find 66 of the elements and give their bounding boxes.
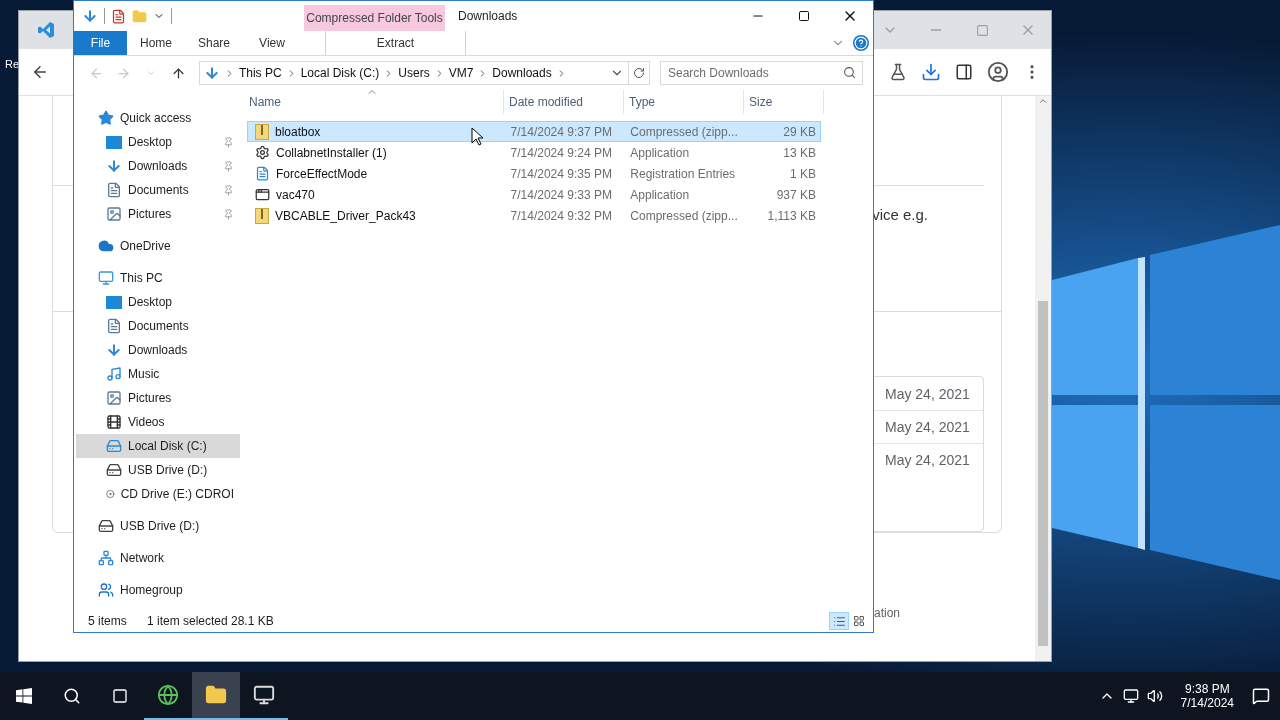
nav-item[interactable]: Videos	[76, 410, 240, 434]
nav-item[interactable]: CD Drive (E:) CDROI	[76, 482, 240, 506]
size-cell-text: 1,113 KB	[766, 208, 817, 223]
size-cell-text: 1 KB	[789, 166, 817, 181]
breadcrumb[interactable]: This PC	[238, 66, 282, 80]
text-snippet: ation	[873, 606, 900, 620]
file-name: vac470	[276, 187, 315, 202]
selection-info: 1 item selected	[147, 614, 229, 628]
type-cell-text: Compressed (zipp...	[629, 124, 739, 139]
nav-item[interactable]: Documents	[76, 178, 240, 202]
size-cell-text: 13 KB	[782, 145, 817, 160]
column-header[interactable]: Name	[244, 90, 504, 114]
nav-item[interactable]: Desktop	[76, 290, 240, 314]
date-cell-text: 7/14/2024 9:37 PM	[509, 124, 613, 139]
column-header[interactable]: Type	[624, 90, 744, 114]
type-cell-text: Application	[629, 145, 691, 160]
type-cell-text: Registration Entries	[629, 166, 737, 181]
nav-item[interactable]: Pictures	[76, 202, 240, 226]
column-header[interactable]: Date modified	[504, 90, 624, 114]
file-name: CollabnetInstaller (1)	[276, 145, 387, 160]
file-name: ForceEffectMode	[276, 166, 368, 181]
ribbon-tab[interactable]: Extract	[325, 31, 466, 55]
size-cell-text: 937 KB	[775, 187, 817, 202]
contextual-group-label: Compressed Folder Tools	[304, 5, 445, 31]
nav-item[interactable]: Homegroup	[76, 578, 240, 602]
column-header[interactable]: Size	[744, 90, 824, 114]
date-cell-text: 7/14/2024 9:32 PM	[509, 208, 613, 223]
file-name: VBCABLE_Driver_Pack43	[275, 208, 416, 223]
breadcrumb[interactable]: Downloads	[492, 66, 552, 80]
nav-item[interactable]: Pictures	[76, 386, 240, 410]
item-count: 5 items	[88, 614, 128, 628]
desktop-icon-label: Re	[5, 58, 20, 70]
breadcrumb[interactable]: VM7	[448, 66, 474, 80]
nav-item[interactable]: OneDrive	[76, 234, 240, 258]
type-cell-text: Application	[629, 187, 691, 202]
nav-item[interactable]: This PC	[76, 266, 240, 290]
nav-item[interactable]: Desktop	[76, 130, 240, 154]
size-cell-text: 29 KB	[782, 124, 817, 139]
nav-item[interactable]: USB Drive (D:)	[76, 514, 240, 538]
clock[interactable]: 9:38 PM 7/14/2024	[1170, 682, 1244, 710]
nav-item[interactable]: Quick access	[76, 106, 240, 130]
ribbon-tab[interactable]: File	[74, 31, 127, 55]
date-cell-text: 7/14/2024 9:35 PM	[509, 166, 613, 181]
file-row[interactable]: bloatbox 7/14/2024 9:37 PM Compressed (zipp... 29 KB	[247, 121, 821, 142]
address-bar[interactable]: This PC Local Disk (C:) Users VM7 Downloads	[198, 61, 629, 85]
breadcrumb[interactable]: Local Disk (C:)	[300, 66, 380, 80]
file-row[interactable]: ForceEffectMode 7/14/2024 9:35 PM Registration Entries 1 KB	[247, 163, 821, 184]
file-row[interactable]: VBCABLE_Driver_Pack43 7/14/2024 9:32 PM Compressed (zipp... 1,113 KB	[247, 205, 821, 226]
date-cell-text: 7/14/2024 9:33 PM	[509, 187, 613, 202]
date-cell-text: May 24, 2021	[884, 384, 971, 404]
nav-item[interactable]: Documents	[76, 314, 240, 338]
selection-size: 28.1 KB	[231, 614, 275, 628]
nav-item[interactable]: Music	[76, 362, 240, 386]
nav-item[interactable]: Local Disk (C:)	[76, 434, 240, 458]
type-cell-text: Compressed (zipp...	[629, 208, 739, 223]
breadcrumb[interactable]: Users	[398, 66, 430, 80]
nav-item[interactable]: USB Drive (D:)	[76, 458, 240, 482]
nav-item[interactable]: Downloads	[76, 338, 240, 362]
file-row[interactable]: CollabnetInstaller (1) 7/14/2024 9:24 PM Application 13 KB	[247, 142, 821, 163]
date-cell-text: 7/14/2024 9:24 PM	[509, 145, 613, 160]
nav-item[interactable]: Downloads	[76, 154, 240, 178]
file-name: bloatbox	[275, 124, 321, 139]
nav-item[interactable]: Network	[76, 546, 240, 570]
search-field[interactable]: Search Downloads	[660, 61, 863, 85]
window-title: Downloads	[457, 8, 519, 25]
file-row[interactable]: vac470 7/14/2024 9:33 PM Application 937 KB	[247, 184, 821, 205]
